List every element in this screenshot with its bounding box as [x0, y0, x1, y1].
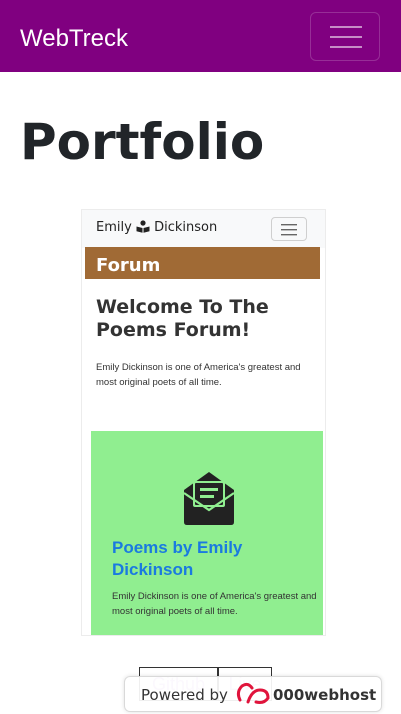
powered-by-label: Powered by — [141, 686, 228, 704]
hamburger-icon — [281, 224, 297, 236]
hamburger-icon — [330, 26, 362, 48]
powered-by-badge[interactable]: Powered by 000webhost — [124, 676, 382, 712]
000webhost-logo-icon — [236, 682, 270, 704]
project-preview-image: Emily Dickinson Forum Welcome To The Poe… — [81, 209, 326, 636]
preview-forum-label: Forum — [96, 255, 161, 276]
preview-intro-text: Emily Dickinson is one of America's grea… — [96, 362, 301, 388]
navbar-toggler-button[interactable] — [310, 12, 380, 61]
preview-brand: Emily Dickinson — [96, 220, 217, 235]
navbar: WebTreck — [0, 0, 401, 72]
preview-toggler — [271, 217, 307, 241]
preview-forum-bar: Forum — [85, 247, 320, 279]
preview-card: Poems by Emily Dickinson Emily Dickinson… — [91, 431, 323, 635]
page-title: Portfolio — [20, 113, 265, 171]
envelope-open-icon — [183, 472, 235, 525]
preview-card-text: Emily Dickinson is one of America's grea… — [112, 591, 317, 617]
preview-card-title: Poems by Emily Dickinson — [112, 538, 243, 579]
preview-welcome-title: Welcome To The Poems Forum! — [96, 296, 269, 341]
000webhost-brand: 000webhost — [273, 686, 377, 704]
preview-brand-last: Dickinson — [154, 220, 218, 235]
navbar-brand[interactable]: WebTreck — [20, 22, 128, 56]
preview-navbar: Emily Dickinson — [82, 210, 325, 248]
preview-brand-first: Emily — [96, 220, 132, 235]
reader-icon — [136, 220, 150, 233]
